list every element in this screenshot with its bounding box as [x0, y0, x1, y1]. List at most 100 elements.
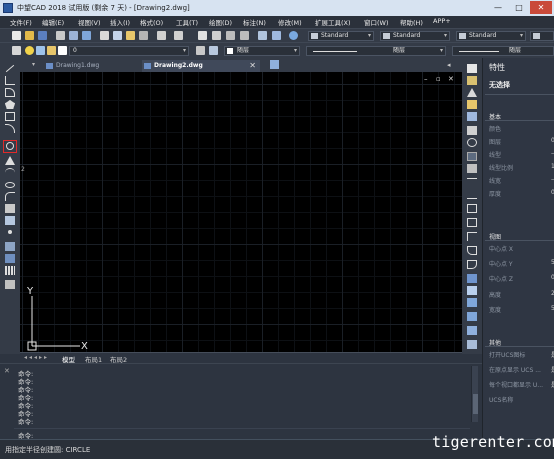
- chamfer-icon[interactable]: [467, 246, 477, 255]
- undo-icon[interactable]: [157, 31, 166, 40]
- tab-drawing1[interactable]: Drawing1.dwg: [44, 60, 128, 72]
- scrollbar-thumb[interactable]: [473, 394, 478, 414]
- command-input[interactable]: [14, 428, 470, 437]
- gradient-icon[interactable]: [5, 254, 15, 263]
- lineweight-dropdown[interactable]: 随层: [452, 46, 554, 56]
- polyline-icon[interactable]: [5, 76, 15, 85]
- menu-window[interactable]: 窗口(W): [364, 17, 389, 27]
- print-icon[interactable]: [56, 31, 65, 40]
- move-icon[interactable]: [467, 126, 477, 135]
- new-file-icon[interactable]: [12, 31, 21, 40]
- design-center-icon[interactable]: [272, 31, 281, 40]
- offset-icon[interactable]: [467, 100, 477, 109]
- mirror-icon[interactable]: [467, 88, 477, 97]
- menu-view[interactable]: 视图(V): [78, 17, 101, 27]
- group-icon[interactable]: [467, 298, 477, 307]
- spline-icon[interactable]: [5, 168, 15, 177]
- menu-app-plus[interactable]: APP+: [433, 17, 451, 25]
- layer-lock-icon[interactable]: [47, 46, 56, 55]
- tab-scroll-chevron-icon[interactable]: ◂: [447, 61, 451, 69]
- print-preview-icon[interactable]: [69, 31, 78, 40]
- viewport-minimize-icon[interactable]: –: [424, 75, 428, 83]
- multiline-text-icon[interactable]: [5, 280, 15, 289]
- zoom-previous-icon[interactable]: [240, 31, 249, 40]
- save-icon[interactable]: [38, 31, 47, 40]
- layout-nav-arrows-icon[interactable]: ◂◂◂▸▸: [24, 354, 49, 361]
- linetype-dropdown[interactable]: 随层 ▾: [306, 46, 446, 56]
- publish-icon[interactable]: [82, 31, 91, 40]
- hatch-icon[interactable]: [5, 242, 15, 251]
- rotate-icon[interactable]: [467, 138, 477, 147]
- text-style-dropdown[interactable]: Standard ▾: [308, 31, 374, 41]
- arc-pline-icon[interactable]: [5, 88, 15, 97]
- zoom-window-icon[interactable]: [226, 31, 235, 40]
- join-icon[interactable]: [467, 232, 477, 241]
- insert-block-icon[interactable]: [5, 204, 15, 213]
- polygon-icon[interactable]: [5, 100, 15, 109]
- menu-dimension[interactable]: 标注(N): [243, 17, 266, 27]
- table-icon[interactable]: [5, 266, 15, 275]
- break-icon[interactable]: [467, 218, 477, 227]
- array-icon[interactable]: [467, 112, 477, 121]
- new-tab-icon[interactable]: [270, 60, 279, 69]
- fillet-icon[interactable]: [467, 260, 477, 269]
- copy-object-icon[interactable]: [467, 76, 477, 85]
- revision-cloud-icon[interactable]: [5, 156, 15, 165]
- drawing-canvas[interactable]: – ▫ ✕ 2 Y X: [20, 72, 462, 352]
- extend-icon[interactable]: [467, 190, 477, 199]
- menu-file[interactable]: 文件(F): [10, 17, 32, 27]
- explode-icon[interactable]: [467, 274, 477, 283]
- break-at-point-icon[interactable]: [467, 204, 477, 213]
- close-window-button[interactable]: ✕: [530, 1, 552, 14]
- help-icon[interactable]: [289, 31, 298, 40]
- erase-icon[interactable]: [467, 64, 477, 73]
- dimension-style-dropdown[interactable]: Standard ▾: [380, 31, 450, 41]
- ungroup-icon[interactable]: [467, 312, 477, 321]
- layer-manager-icon[interactable]: [12, 46, 21, 55]
- previous-layer-icon[interactable]: [209, 46, 218, 55]
- select-similar-icon[interactable]: [467, 340, 477, 349]
- color-dropdown[interactable]: 随层 ▾: [224, 46, 300, 56]
- properties-icon[interactable]: [258, 31, 267, 40]
- menu-draw[interactable]: 绘图(D): [209, 17, 232, 27]
- ellipse-icon[interactable]: [5, 182, 15, 188]
- table-style-dropdown[interactable]: Standard ▾: [456, 31, 526, 41]
- tab-drawing2[interactable]: Drawing2.dwg ✕: [142, 60, 260, 72]
- pan-hand-icon[interactable]: [198, 31, 207, 40]
- make-block-icon[interactable]: [5, 216, 15, 225]
- arc-icon[interactable]: [5, 124, 15, 133]
- menu-tools[interactable]: 工具(T): [176, 17, 198, 27]
- command-history-scrollbar[interactable]: [471, 366, 478, 422]
- menu-extend-tools[interactable]: 扩展工具(X): [315, 17, 351, 27]
- draworder-icon[interactable]: [467, 286, 477, 295]
- redo-icon[interactable]: [174, 31, 183, 40]
- quick-select-icon[interactable]: [467, 326, 477, 335]
- layer-on-bulb-icon[interactable]: [25, 46, 34, 55]
- multileader-style-dropdown[interactable]: [530, 31, 554, 41]
- viewport-restore-icon[interactable]: ▫: [436, 75, 441, 83]
- line-icon[interactable]: [5, 64, 15, 73]
- close-command-line-icon[interactable]: ✕: [4, 367, 10, 375]
- copy-icon[interactable]: [113, 31, 122, 40]
- zoom-realtime-icon[interactable]: [212, 31, 221, 40]
- point-icon[interactable]: [8, 230, 12, 234]
- layer-dropdown[interactable]: 0 ▾: [69, 46, 189, 56]
- menu-edit[interactable]: 编辑(E): [42, 17, 64, 27]
- match-properties-icon[interactable]: [139, 31, 148, 40]
- menu-modify[interactable]: 修改(M): [278, 17, 302, 27]
- maximize-button[interactable]: □: [509, 1, 529, 14]
- viewport-close-icon[interactable]: ✕: [448, 75, 454, 83]
- stretch-icon[interactable]: [467, 164, 477, 173]
- paste-icon[interactable]: [126, 31, 135, 40]
- cut-icon[interactable]: [100, 31, 109, 40]
- rectangle-icon[interactable]: [5, 112, 15, 121]
- scale-icon[interactable]: [467, 152, 477, 161]
- selection-state[interactable]: 无选择: [489, 80, 510, 90]
- menu-insert[interactable]: 插入(I): [110, 17, 130, 27]
- menu-help[interactable]: 帮助(H): [400, 17, 423, 27]
- minimize-button[interactable]: —: [488, 1, 508, 14]
- tab-menu-chevron-icon[interactable]: ▾: [32, 61, 35, 68]
- make-current-layer-icon[interactable]: [196, 46, 205, 55]
- open-folder-icon[interactable]: [25, 31, 34, 40]
- trim-icon[interactable]: [467, 178, 477, 187]
